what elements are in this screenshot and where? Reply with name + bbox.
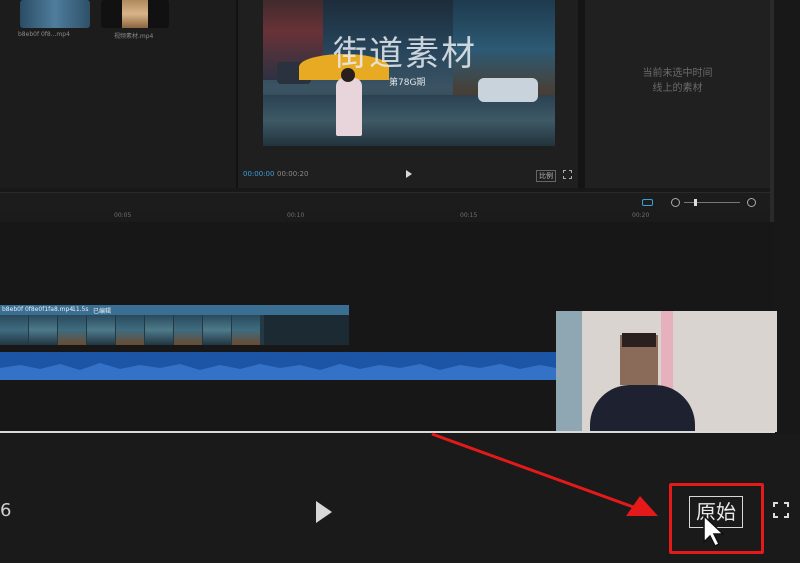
webcam-overlay <box>556 311 777 432</box>
properties-empty-line1: 当前未选中时间 <box>642 68 713 79</box>
zoom-slider[interactable] <box>684 199 740 206</box>
player-current-time: 00:00:00 <box>243 170 275 178</box>
clip-frame <box>203 315 231 345</box>
video-title-overlay: 街道素材 <box>333 34 477 74</box>
timeline-link-icon[interactable] <box>642 199 653 206</box>
fullscreen-icon[interactable] <box>773 502 789 518</box>
audio-waveform <box>0 363 556 380</box>
zoom-slider-handle[interactable] <box>694 199 697 206</box>
ruler-tick: 00:15 <box>460 212 478 219</box>
mouse-cursor-icon <box>703 514 725 548</box>
clip-frame <box>0 315 28 345</box>
media-caption-2: 视频素材.mp4 <box>114 33 154 40</box>
video-clip-header[interactable]: b8eb0f 0f8e0f1fa8.mp4 11.5s 已编辑 <box>0 305 349 315</box>
properties-panel: 当前未选中时间 线上的素材 <box>585 0 770 188</box>
webcam-person-hair <box>622 333 656 347</box>
ruler-tick: 00:20 <box>632 212 650 219</box>
player-fullscreen-icon[interactable] <box>563 170 572 179</box>
play-icon[interactable] <box>316 501 332 523</box>
window-right-gutter <box>774 0 800 432</box>
clip-frame <box>174 315 202 345</box>
video-clip-filmstrip[interactable] <box>0 315 349 345</box>
ruler-tick: 00:10 <box>287 212 305 219</box>
audio-waveform-track[interactable] <box>0 352 556 380</box>
timeline-toolbar <box>0 192 770 211</box>
clip-frame <box>116 315 144 345</box>
properties-empty-message: 当前未选中时间 线上的素材 <box>585 66 770 96</box>
clip-frame <box>264 315 349 345</box>
properties-empty-line2: 线上的素材 <box>652 83 703 94</box>
clip-duration: 11.5s <box>72 306 89 313</box>
ruler-tick: 00:05 <box>114 212 132 219</box>
clip-frame <box>145 315 173 345</box>
clip-name: b8eb0f 0f8e0f1fa8.mp4 <box>2 306 74 313</box>
media-bin: b8eb0f 0f8...mp4 视频素材.mp4 <box>0 0 236 188</box>
preview-video[interactable]: 街道素材 第78G期 <box>263 0 555 146</box>
player-total-time: 00:00:20 <box>277 170 309 178</box>
bottom-left-digit: 6 <box>0 500 12 521</box>
media-thumbnail-1[interactable] <box>20 0 90 28</box>
clip-tag: 已编辑 <box>93 308 112 315</box>
zoom-out-icon[interactable] <box>671 198 680 207</box>
webcam-person <box>590 385 695 432</box>
zoom-in-icon[interactable] <box>747 198 756 207</box>
player-ratio-button[interactable]: 比例 <box>536 170 556 182</box>
media-caption-1: b8eb0f 0f8...mp4 <box>18 31 70 38</box>
timeline-ruler[interactable]: 00:05 00:10 00:15 00:20 <box>0 210 770 222</box>
annotation-arrow <box>431 432 658 516</box>
clip-frame <box>29 315 57 345</box>
clip-frame <box>58 315 86 345</box>
clip-frame <box>87 315 115 345</box>
video-subtitle-overlay: 第78G期 <box>389 78 426 88</box>
clip-frame <box>232 315 260 345</box>
media-thumbnail-2[interactable] <box>101 0 169 28</box>
player-play-icon[interactable] <box>406 170 412 178</box>
panel-divider-2 <box>578 0 585 188</box>
